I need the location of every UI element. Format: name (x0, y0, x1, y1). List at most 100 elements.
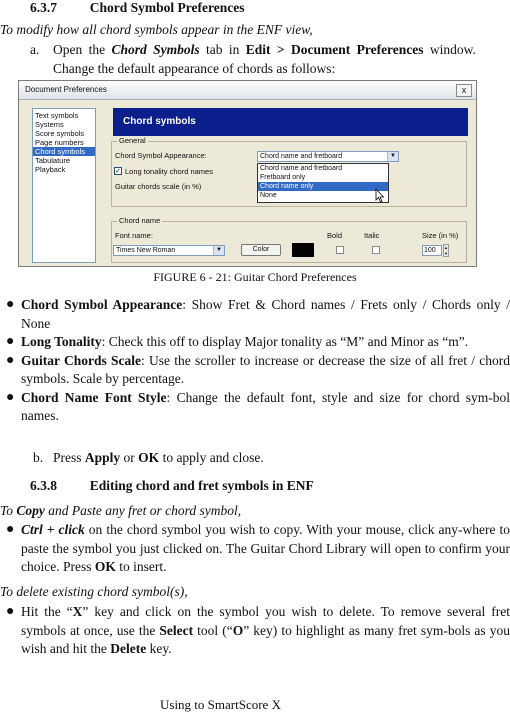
category-list[interactable]: Text symbols Systems Score symbols Page num… (32, 108, 96, 263)
list-item: ● Chord Name Font Style: Change the defa… (0, 389, 510, 426)
section-number: 6.3.7 (30, 0, 57, 15)
section-heading-637: 6.3.7 Chord Symbol Preferences (30, 0, 244, 16)
font-name-select[interactable]: Times New Roman ▼ (113, 245, 225, 256)
copy-intro-t1: To (0, 503, 17, 518)
bullet-icon: ● (6, 522, 15, 537)
close-icon[interactable]: x (456, 84, 472, 97)
category-item[interactable]: Score symbols (33, 129, 95, 138)
appearance-label: Chord Symbol Appearance: (115, 151, 207, 160)
category-item[interactable]: Text symbols (33, 111, 95, 120)
apply-ref: Apply (84, 450, 121, 465)
mouse-pointer-icon (375, 188, 385, 203)
long-tonality-label: Long tonality chord names (125, 167, 213, 176)
dropdown-option[interactable]: Chord name and fretboard (258, 164, 388, 173)
select-tool-ref: Select (159, 622, 194, 638)
dropdown-option[interactable]: None (258, 191, 388, 200)
list-item: ● Guitar Chords Scale: Use the scroller … (0, 352, 510, 389)
category-item[interactable]: Playback (33, 165, 95, 174)
list-item: ● Hit the “X” key and click on the symbo… (0, 603, 510, 659)
appearance-select-value: Chord name and fretboard (260, 153, 343, 160)
x-key-ref: X (72, 604, 83, 619)
bullet-icon: ● (6, 352, 15, 368)
bold-checkbox[interactable] (336, 246, 344, 254)
step-b-text: Press Apply or OK to apply and close. (53, 449, 264, 468)
step-b-t3: to apply and close. (159, 450, 264, 465)
step-a-t1: Open the (53, 42, 112, 57)
copy-bullet: ● Ctrl + click on the chord symbol you w… (0, 521, 510, 577)
chord-name-group-label: Chord name (117, 216, 163, 225)
copy-bullet-t2: to insert. (115, 559, 167, 574)
copy-intro-t2: and Paste any fret or chord symbol, (44, 503, 242, 518)
page-footer: Using to SmartScore X (160, 697, 281, 712)
copy-intro: To Copy and Paste any fret or chord symb… (0, 502, 241, 521)
section-title: Editing chord and fret symbols in ENF (89, 478, 314, 493)
o-key-ref: O (232, 622, 244, 638)
bullet-term: Guitar Chords Scale (21, 352, 141, 368)
long-tonality-checkbox[interactable]: ✓ (114, 167, 122, 175)
appearance-select[interactable]: Chord name and fretboard ▼ (257, 151, 399, 162)
delete-bullet-t1: Hit the “ (21, 604, 73, 619)
color-swatch[interactable] (292, 243, 314, 257)
bullet-term: Chord Symbol Appearance (21, 297, 183, 312)
section-heading-638: 6.3.8 Editing chord and fret symbols in … (30, 478, 314, 494)
list-item: ● Long Tonality: Check this off to displ… (0, 333, 510, 352)
section-title: Chord Symbol Preferences (89, 0, 245, 15)
bullet-icon: ● (6, 334, 15, 349)
italic-checkbox[interactable] (372, 246, 380, 254)
bullet-term: Chord Name Font Style (21, 389, 167, 405)
chevron-down-icon[interactable]: ▼ (213, 246, 224, 255)
color-button[interactable]: Color (241, 244, 281, 256)
appearance-dropdown-list[interactable]: Chord name and fretboard Fretboard only Ch… (257, 163, 389, 203)
dropdown-option[interactable]: Chord name only (258, 182, 388, 191)
menu-path-ref: Edit > Document Preferences (245, 42, 424, 57)
general-group-label: General (117, 136, 148, 145)
bullet-icon: ● (6, 297, 15, 312)
category-item[interactable]: Page numbers (33, 138, 95, 147)
step-b-t1: Press (53, 450, 85, 465)
dropdown-option[interactable]: Fretboard only (258, 173, 388, 182)
bold-label: Bold (327, 231, 343, 240)
step-b-marker: b. (33, 450, 44, 465)
size-input[interactable]: 100 (422, 245, 442, 256)
size-label: Size (in %) (422, 231, 459, 240)
bullet-list: ● Chord Symbol Appearance: Show Fret & C… (0, 296, 510, 426)
size-spinner-icon[interactable]: ▲ ▼ (443, 244, 449, 257)
delete-key-ref: Delete (110, 641, 147, 656)
font-name-value: Times New Roman (116, 247, 176, 254)
delete-bullet-t5: key. (146, 641, 172, 656)
bullet-term: Long Tonality (21, 334, 102, 349)
step-a-t3: window. (423, 42, 476, 57)
chevron-down-icon[interactable]: ▼ (387, 152, 398, 161)
step-a-text: Open the Chord Symbols tab in Edit > Doc… (53, 41, 510, 60)
dialog-titlebar: Document Preferences x (19, 81, 476, 100)
chord-name-group: Chord name (111, 216, 467, 263)
bullet-text: : Check this off to display Major tonali… (101, 334, 469, 349)
delete-intro: To delete existing chord symbol(s), (0, 584, 188, 599)
category-item[interactable]: Systems (33, 120, 95, 129)
size-value: 100 (424, 247, 436, 254)
category-item[interactable]: Tabulature (33, 156, 95, 165)
figure-caption: FIGURE 6 - 21: Guitar Chord Preferences (153, 270, 357, 284)
bullet-icon: ● (6, 604, 15, 619)
section-number: 6.3.8 (30, 478, 57, 493)
list-item: ● Chord Symbol Appearance: Show Fret & C… (0, 296, 510, 333)
document-preferences-dialog: Document Preferences x Text symbols Syste… (18, 80, 477, 267)
scale-label: Guitar chords scale (in %) (115, 182, 202, 191)
ok-ref: OK (94, 559, 116, 574)
ctrl-click-ref: Ctrl + click (21, 522, 85, 537)
panel-banner: Chord symbols (113, 108, 468, 136)
delete-bullet-t3: tool (“ (193, 622, 233, 638)
step-b-t2: or (120, 450, 139, 465)
step-a-line2: Change the default appearance of chords … (53, 61, 336, 76)
delete-bullet: ● Hit the “X” key and click on the symbo… (0, 603, 510, 659)
italic-label: Italic (364, 231, 380, 240)
copy-ref: Copy (16, 503, 45, 518)
font-name-label: Font name: (115, 231, 153, 240)
chord-symbols-tab-ref: Chord Symbols (111, 42, 200, 57)
bullet-icon: ● (6, 389, 15, 405)
step-a-marker: a. (30, 42, 40, 57)
dialog-title: Document Preferences (25, 85, 107, 94)
list-item: ● Ctrl + click on the chord symbol you w… (0, 521, 510, 577)
category-item[interactable]: Chord symbols (33, 147, 95, 156)
step-a-t2: tab in (199, 42, 246, 57)
